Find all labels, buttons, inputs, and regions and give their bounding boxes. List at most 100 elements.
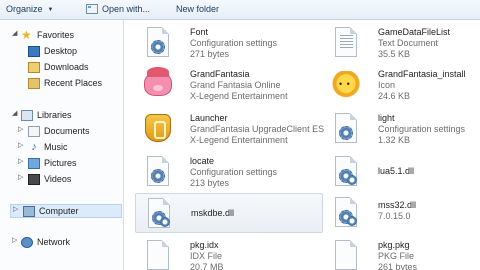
file-tile-grandfantasia[interactable]: GrandFantasia Grand Fantasia Online X-Le… [135, 65, 323, 105]
blank-file-icon [329, 239, 361, 270]
file-tile-pkg-pkg[interactable]: pkg.pkg PKG File 261 bytes [323, 236, 480, 270]
sun-icon [329, 68, 361, 102]
file-tile-launcher[interactable]: Launcher GrandFantasia UpgradeClient ES … [135, 109, 325, 149]
nav-label: Videos [44, 174, 72, 184]
file-tile-pkg-idx[interactable]: pkg.idx IDX File 20.7 MB [135, 236, 323, 270]
window-icon [86, 4, 98, 14]
nav-item-favorites[interactable]: ◢ ★ Favorites [12, 29, 122, 43]
nav-label: Recent Places [44, 78, 103, 88]
file-name: GrandFantasia [190, 69, 250, 79]
file-type: IDX File [190, 251, 223, 261]
file-size: 213 bytes [190, 178, 230, 188]
file-tile-light[interactable]: light Configuration settings 1.32 KB [323, 109, 480, 149]
recent-places-icon [28, 78, 40, 89]
file-name: mss32.dll [378, 200, 417, 210]
file-type: Configuration settings [190, 167, 278, 177]
nav-label: Pictures [44, 158, 77, 168]
nav-item-music[interactable]: ▷ ♪ Music [18, 141, 122, 155]
file-name: mskdbe.dll [191, 208, 235, 218]
music-note-icon: ♪ [31, 141, 37, 153]
file-tile-font[interactable]: Font Configuration settings 271 bytes [135, 23, 323, 63]
libraries-icon [21, 110, 33, 121]
star-icon: ★ [21, 28, 32, 42]
file-company: X-Legend Entertainment [190, 135, 288, 145]
settings-file-icon [329, 112, 361, 146]
nav-item-videos[interactable]: ▷ Videos [18, 173, 122, 187]
file-tile-mss32-dll[interactable]: mss32.dll 7.0.15.0 [323, 193, 480, 233]
settings-file-icon [141, 155, 173, 189]
new-folder-label: New folder [176, 4, 220, 14]
network-icon [21, 237, 33, 248]
blank-file-icon [141, 239, 173, 270]
launcher-app-icon [141, 112, 173, 146]
new-folder-button[interactable]: New folder [176, 4, 219, 14]
file-version: 7.0.15.0 [378, 211, 411, 221]
chevron-down-icon: ▼ [47, 7, 54, 13]
file-size: 24.6 KB [378, 91, 411, 101]
nav-item-network[interactable]: ▷ Network [12, 236, 122, 250]
nav-item-desktop[interactable]: Desktop [28, 45, 122, 59]
collapse-triangle-icon[interactable]: ◢ [12, 109, 17, 117]
file-type: Configuration settings [378, 124, 466, 134]
file-name: GameDataFileList [378, 27, 451, 37]
nav-item-computer[interactable]: ▷ Computer [10, 204, 122, 218]
nav-label: Documents [44, 126, 90, 136]
nav-label: Computer [39, 206, 79, 216]
nav-item-pictures[interactable]: ▷ Pictures [18, 157, 122, 171]
downloads-folder-icon [28, 62, 40, 73]
nav-item-recent-places[interactable]: Recent Places [28, 77, 122, 91]
file-type: Icon [378, 80, 396, 90]
file-size: 20.7 MB [190, 262, 224, 270]
organize-button[interactable]: Organize ▼ [6, 4, 53, 14]
dll-file-icon [329, 155, 361, 189]
file-tile-lua51-dll[interactable]: lua5.1.dll [323, 152, 480, 192]
nav-label: Music [44, 142, 68, 152]
file-description: GrandFantasia UpgradeClient ES [190, 124, 325, 134]
file-tile-grandfantasia-install[interactable]: GrandFantasia_install Icon 24.6 KB [323, 65, 480, 105]
expand-triangle-icon[interactable]: ▷ [18, 141, 23, 149]
file-type: PKG File [378, 251, 415, 261]
file-tile-locate[interactable]: locate Configuration settings 213 bytes [135, 152, 323, 192]
nav-label: Network [37, 237, 71, 247]
file-name: Launcher [190, 113, 228, 123]
nav-item-downloads[interactable]: Downloads [28, 61, 122, 75]
file-tile-mskdbe-dll[interactable]: mskdbe.dll [135, 193, 323, 233]
file-name: Font [190, 27, 209, 37]
expand-triangle-icon[interactable]: ▷ [13, 205, 18, 213]
expand-triangle-icon[interactable]: ▷ [18, 125, 23, 133]
nav-item-libraries[interactable]: ◢ Libraries [12, 109, 122, 123]
file-type: Text Document [378, 38, 439, 48]
file-type: Configuration settings [190, 38, 278, 48]
file-name: lua5.1.dll [378, 166, 415, 176]
dll-file-icon [142, 197, 174, 231]
grandfantasia-app-icon [141, 67, 173, 102]
file-name: pkg.pkg [378, 240, 410, 250]
nav-label: Desktop [44, 46, 78, 56]
documents-icon [28, 126, 40, 137]
videos-icon [28, 174, 40, 185]
nav-label: Favorites [37, 30, 75, 40]
file-tile-gamedatafilelist[interactable]: GameDataFileList Text Document 35.5 KB [323, 23, 480, 63]
open-with-label: Open with... [102, 4, 151, 14]
collapse-triangle-icon[interactable]: ◢ [12, 29, 17, 37]
expand-triangle-icon[interactable]: ▷ [18, 173, 23, 181]
file-name: pkg.idx [190, 240, 219, 250]
file-size: 261 bytes [378, 262, 418, 270]
nav-item-documents[interactable]: ▷ Documents [18, 125, 122, 139]
open-with-button[interactable]: Open with... [86, 4, 150, 14]
file-name: locate [190, 156, 215, 166]
pictures-icon [28, 158, 40, 169]
desktop-icon [28, 46, 40, 57]
computer-icon [23, 206, 35, 217]
file-list: Font Configuration settings 271 bytes Ga… [125, 20, 480, 270]
navigation-pane: ◢ ★ Favorites Desktop Downloads Recent P… [0, 20, 124, 270]
expand-triangle-icon[interactable]: ▷ [18, 157, 23, 165]
expand-triangle-icon[interactable]: ▷ [12, 236, 17, 244]
dll-file-icon [329, 196, 361, 230]
file-size: 1.32 KB [378, 135, 411, 145]
file-name: GrandFantasia_install [378, 69, 466, 79]
settings-file-icon [141, 26, 173, 60]
file-description: Grand Fantasia Online [190, 80, 281, 90]
file-company: X-Legend Entertainment [190, 91, 288, 101]
text-file-icon [329, 26, 361, 60]
